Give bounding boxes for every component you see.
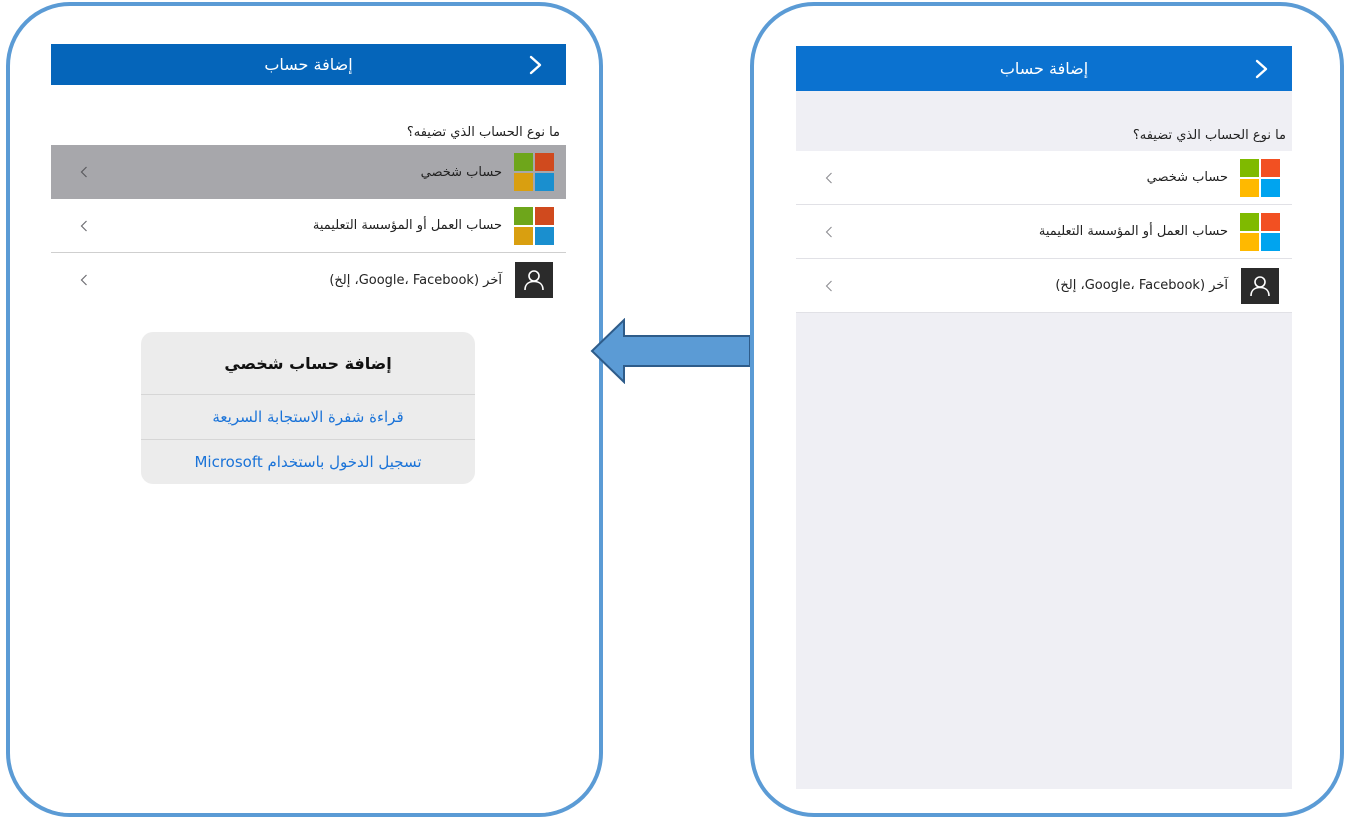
microsoft-logo-icon [1238, 158, 1282, 198]
list-item-label: حساب شخصي [1146, 170, 1228, 185]
nav-title: إضافة حساب [999, 59, 1089, 78]
phone-frame-left: إضافة حساب ما نوع الحساب الذي تضيفه؟ حسا… [6, 2, 603, 817]
list-item-label: حساب شخصي [420, 164, 502, 180]
navbar: إضافة حساب [796, 46, 1292, 91]
list-item-personal-account[interactable]: حساب شخصي [796, 151, 1292, 205]
left-arrow-icon [590, 318, 751, 384]
user-icon [1238, 266, 1282, 306]
nav-title: إضافة حساب [264, 55, 353, 74]
list-item-other-account[interactable]: آخر (Google، Facebook، إلخ) [796, 259, 1292, 313]
list-item-label: آخر (Google، Facebook، إلخ) [1055, 278, 1228, 293]
chevron-left-icon [814, 280, 844, 292]
list-item-personal-account[interactable]: حساب شخصي [51, 145, 566, 199]
back-chevron-icon[interactable] [1250, 57, 1274, 81]
phone-frame-right: إضافة حساب ما نوع الحساب الذي تضيفه؟ حسا… [750, 2, 1344, 817]
screen-right: إضافة حساب ما نوع الحساب الذي تضيفه؟ حسا… [796, 46, 1292, 789]
chevron-left-icon [69, 166, 99, 178]
chevron-left-icon [814, 172, 844, 184]
list-item-other-account[interactable]: آخر (Google، Facebook، إلخ) [51, 253, 566, 307]
list-item-work-school-account[interactable]: حساب العمل أو المؤسسة التعليمية [796, 205, 1292, 259]
list-item-label: حساب العمل أو المؤسسة التعليمية [312, 218, 502, 233]
account-type-list: حساب شخصي حساب العمل أو المؤسسة التعليمي… [51, 145, 566, 307]
sign-in-microsoft-button[interactable]: تسجيل الدخول باستخدام Microsoft [141, 440, 475, 484]
dialog-title: إضافة حساب شخصي [141, 332, 475, 395]
add-personal-account-dialog: إضافة حساب شخصي قراءة شفرة الاستجابة الس… [141, 332, 475, 484]
back-chevron-icon[interactable] [524, 53, 548, 77]
account-type-list: حساب شخصي حساب العمل أو المؤسسة التعليمي… [796, 151, 1292, 313]
chevron-left-icon [814, 226, 844, 238]
navbar: إضافة حساب [51, 44, 566, 85]
account-type-question: ما نوع الحساب الذي تضيفه؟ [1132, 128, 1286, 143]
chevron-left-icon [69, 274, 99, 286]
microsoft-logo-icon [1238, 212, 1282, 252]
chevron-left-icon [69, 220, 99, 232]
list-item-label: حساب العمل أو المؤسسة التعليمية [1038, 224, 1228, 239]
list-item-work-school-account[interactable]: حساب العمل أو المؤسسة التعليمية [51, 199, 566, 253]
list-item-label: آخر (Google، Facebook، إلخ) [329, 272, 502, 288]
user-icon [512, 260, 556, 300]
scan-qr-code-button[interactable]: قراءة شفرة الاستجابة السريعة [141, 395, 475, 440]
microsoft-logo-icon [512, 206, 556, 246]
microsoft-logo-icon [512, 152, 556, 192]
account-type-question: ما نوع الحساب الذي تضيفه؟ [406, 125, 560, 140]
